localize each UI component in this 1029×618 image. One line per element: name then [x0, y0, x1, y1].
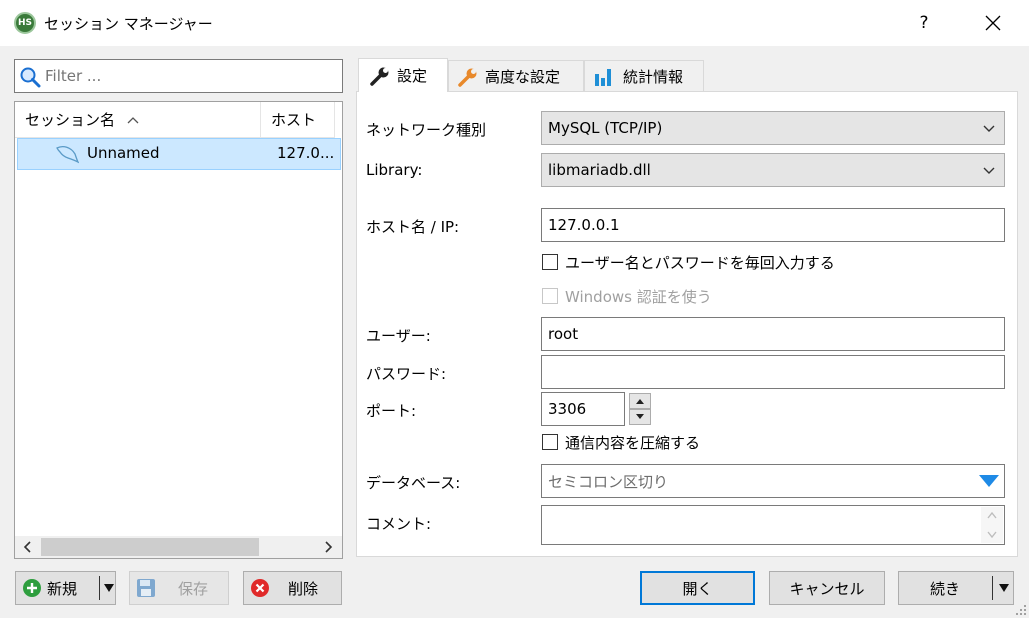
tab-settings-label: 設定 [397, 67, 428, 85]
chevron-down-icon [983, 125, 995, 132]
help-button[interactable]: ? [910, 8, 938, 38]
tab-advanced-settings-label: 高度な設定 [485, 68, 561, 86]
window-title: セッション マネージャー [44, 15, 213, 33]
library-label: Library: [366, 161, 423, 179]
comment-scrollbar[interactable] [981, 507, 1003, 543]
save-button-label: 保存 [178, 579, 209, 598]
new-button-label: 新規 [47, 579, 78, 598]
network-type-label: ネットワーク種別 [366, 121, 487, 139]
database-label: データベース: [366, 474, 461, 492]
table-row[interactable]: Unnamed 127.0... [17, 138, 341, 170]
dolphin-icon [56, 146, 79, 164]
password-input[interactable] [541, 355, 1005, 389]
wrench-icon [370, 67, 389, 86]
cancel-button[interactable]: キャンセル [769, 571, 885, 605]
prompt-credentials-checkbox[interactable] [542, 254, 558, 270]
tab-settings[interactable]: 設定 [358, 58, 448, 92]
windows-auth-label: Windows 認証を使う [565, 288, 712, 306]
cancel-button-label: キャンセル [789, 579, 865, 598]
windows-auth-checkbox[interactable] [542, 288, 558, 304]
database-input[interactable]: セミコロン区切り [541, 464, 1005, 498]
database-placeholder: セミコロン区切り [548, 472, 669, 491]
search-icon [20, 67, 41, 88]
scroll-up-icon [987, 512, 997, 519]
session-list[interactable]: セッション名 ホスト Unnamed 127.0... [14, 101, 343, 559]
save-button[interactable]: 保存 [129, 571, 229, 605]
floppy-disk-icon [137, 579, 155, 597]
arrow-down-icon [636, 414, 644, 419]
dropdown-arrow-icon[interactable] [978, 474, 1000, 488]
prompt-credentials-label: ユーザー名とパスワードを毎回入力する [565, 254, 835, 272]
column-header-host[interactable]: ホスト [261, 102, 335, 138]
bar-chart-icon [595, 68, 611, 86]
host-input[interactable]: 127.0.0.1 [541, 208, 1005, 242]
compress-checkbox[interactable] [542, 434, 558, 450]
session-name-cell: Unnamed [87, 144, 160, 162]
column-header-host-label: ホスト [271, 111, 317, 129]
filter-box[interactable] [14, 59, 343, 93]
library-value: libmariadb.dll [548, 161, 651, 179]
scrollbar-thumb[interactable] [41, 538, 259, 556]
tab-advanced-settings[interactable]: 高度な設定 [448, 60, 584, 92]
horizontal-scrollbar[interactable] [15, 536, 342, 558]
comment-label: コメント: [366, 515, 432, 533]
arrow-up-icon [636, 399, 644, 404]
scroll-left-icon [23, 541, 31, 553]
more-button-label: 続き [930, 579, 961, 598]
column-header-session-name[interactable]: セッション名 [15, 102, 261, 138]
scroll-right-icon [325, 541, 333, 553]
open-button-label: 開く [682, 579, 713, 598]
tab-statistics[interactable]: 統計情報 [584, 60, 704, 92]
chevron-down-icon [983, 167, 995, 174]
delete-button[interactable]: 削除 [243, 571, 342, 605]
library-select[interactable]: libmariadb.dll [541, 153, 1005, 187]
filter-input[interactable] [45, 60, 335, 92]
delete-icon [251, 579, 269, 597]
host-label: ホスト名 / IP: [366, 218, 460, 236]
sort-ascending-icon [127, 116, 139, 123]
app-logo-icon: HS [14, 12, 36, 34]
resize-grip-icon[interactable] [1013, 602, 1027, 616]
close-icon [985, 15, 1001, 31]
compress-label: 通信内容を圧縮する [565, 434, 701, 452]
port-decrement-button[interactable] [629, 409, 651, 425]
new-button[interactable]: 新規 [15, 571, 116, 605]
scroll-down-icon [987, 531, 997, 538]
wrench-icon [458, 68, 477, 87]
user-input[interactable]: root [541, 317, 1005, 351]
open-button[interactable]: 開く [640, 571, 755, 605]
port-label: ポート: [366, 402, 417, 420]
add-icon [23, 579, 41, 597]
more-button[interactable]: 続き [898, 571, 1014, 605]
delete-button-label: 削除 [288, 579, 319, 598]
network-type-value: MySQL (TCP/IP) [548, 119, 663, 137]
column-header-session-name-label: セッション名 [25, 111, 116, 129]
user-value: root [548, 325, 579, 343]
port-increment-button[interactable] [629, 393, 651, 409]
dropdown-arrow-icon[interactable] [998, 583, 1010, 593]
split-divider [992, 576, 993, 600]
tab-statistics-label: 統計情報 [623, 68, 684, 86]
close-button[interactable] [968, 4, 1018, 42]
dropdown-arrow-icon[interactable] [103, 583, 115, 593]
network-type-select[interactable]: MySQL (TCP/IP) [541, 111, 1005, 145]
password-label: パスワード: [366, 365, 447, 383]
port-input[interactable]: 3306 [541, 392, 625, 426]
session-host-cell: 127.0... [277, 144, 335, 162]
port-value: 3306 [548, 400, 587, 418]
user-label: ユーザー: [366, 327, 431, 345]
comment-textarea[interactable] [541, 505, 1005, 545]
split-divider [99, 576, 100, 600]
host-value: 127.0.0.1 [548, 216, 620, 234]
